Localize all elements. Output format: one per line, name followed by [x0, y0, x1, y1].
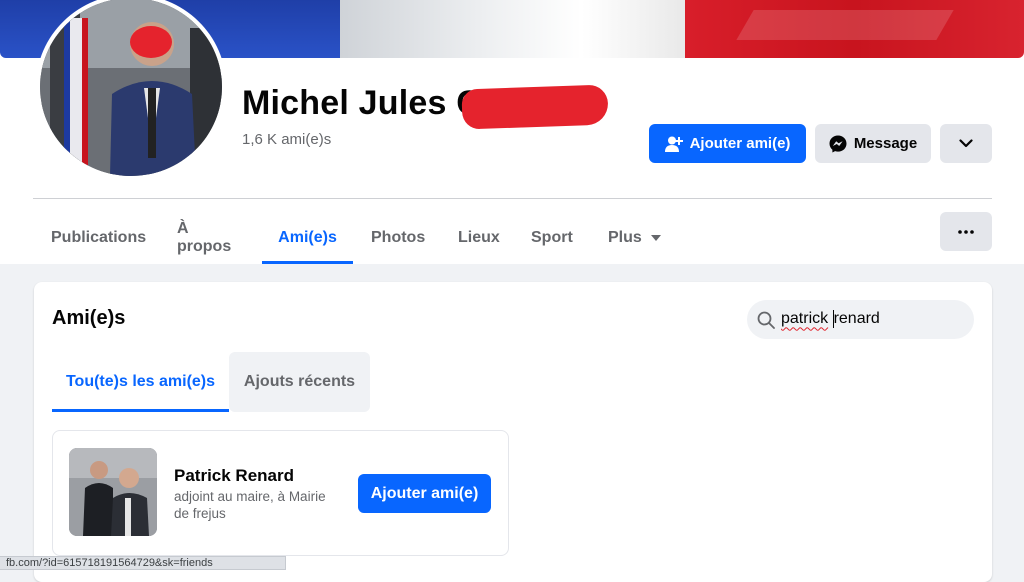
- tab-label: Plus: [608, 229, 642, 246]
- add-person-icon: [664, 136, 683, 152]
- message-button[interactable]: Message: [815, 124, 931, 163]
- tab-photos[interactable]: Photos: [371, 212, 425, 264]
- more-options-button[interactable]: [940, 212, 992, 251]
- tab-label: Publications: [51, 229, 147, 246]
- tab-label: Sport: [531, 229, 573, 246]
- tab-about[interactable]: À propos: [177, 212, 231, 264]
- tab-label: Photos: [371, 229, 426, 246]
- active-sub-tab-indicator: [52, 409, 229, 412]
- friend-name-link[interactable]: Patrick Renard: [174, 466, 294, 486]
- active-tab-indicator: [262, 261, 353, 264]
- add-friend-button[interactable]: Ajouter ami(e): [649, 124, 806, 163]
- tab-more[interactable]: Plus: [608, 212, 661, 264]
- tab-label: Ami(e)s: [278, 229, 337, 246]
- name-redaction: [461, 84, 609, 130]
- profile-name: Michel Jules C: [242, 84, 481, 122]
- friends-search-input[interactable]: patrick renard: [747, 300, 974, 339]
- messenger-icon: [829, 135, 847, 152]
- search-value-word1: patrick: [781, 310, 829, 328]
- tab-recent-additions[interactable]: Ajouts récents: [229, 352, 370, 412]
- avatar-photo: [40, 0, 222, 176]
- friend-photo[interactable]: [69, 448, 157, 536]
- friend-add-button[interactable]: Ajouter ami(e): [358, 474, 491, 513]
- tab-friends[interactable]: Ami(e)s: [262, 212, 353, 264]
- profile-avatar[interactable]: [40, 0, 222, 176]
- tab-label: À propos: [177, 220, 232, 255]
- profile-options-button[interactable]: [940, 124, 992, 163]
- tab-publications[interactable]: Publications: [51, 212, 146, 264]
- sub-tab-label: Tou(te)s les ami(e)s: [65, 373, 216, 390]
- cover-flag-red: [685, 0, 1024, 58]
- caret-down-icon: [650, 235, 661, 241]
- tab-places[interactable]: Lieux: [458, 212, 500, 264]
- add-friend-label: Ajouter ami(e): [689, 135, 791, 152]
- search-icon: [757, 311, 775, 329]
- search-value-word2: renard: [833, 310, 880, 328]
- friends-section-title: Ami(e)s: [52, 307, 126, 329]
- friends-count-link[interactable]: 1,6 K ami(e)s: [242, 131, 331, 148]
- chevron-down-icon: [959, 139, 973, 148]
- tab-sport[interactable]: Sport: [531, 212, 573, 264]
- cover-flag-white: [340, 0, 685, 58]
- sub-tab-label: Ajouts récents: [243, 373, 356, 390]
- header-divider: [33, 198, 992, 199]
- friend-description: adjoint au maire, à Mairie de frejus: [174, 489, 326, 521]
- more-horizontal-icon: [958, 229, 974, 234]
- tab-all-friends[interactable]: Tou(te)s les ami(e)s: [52, 352, 229, 412]
- browser-status-url: fb.com/?id=615718191564729&sk=friends: [0, 556, 286, 570]
- search-value: patrick renard: [781, 310, 880, 329]
- profile-header: Michel Jules C 1,6 K ami(e)s Ajouter ami…: [0, 0, 1024, 264]
- message-label: Message: [853, 135, 918, 152]
- friend-photo-image: [69, 448, 157, 536]
- tab-label: Lieux: [458, 229, 500, 246]
